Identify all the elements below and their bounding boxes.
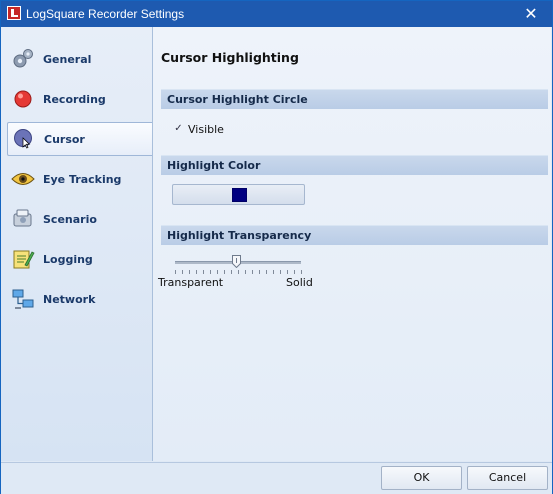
sidebar-item-label: Recording	[43, 92, 106, 106]
slider-tick	[294, 270, 295, 274]
sidebar-item-logging[interactable]: Logging	[7, 242, 152, 276]
sidebar-item-label: General	[43, 52, 92, 66]
settings-window: LogSquare Recorder Settings ✕ General Re…	[0, 0, 553, 494]
slider-tick	[280, 270, 281, 274]
visible-checkbox[interactable]: ✓	[173, 123, 184, 134]
highlight-color-button[interactable]	[172, 184, 305, 205]
section-header-label: Highlight Color	[167, 159, 261, 172]
transparency-slider-thumb[interactable]	[231, 255, 241, 268]
slider-tick	[301, 270, 302, 274]
slider-tick	[224, 270, 225, 274]
section-header-highlight-circle: Cursor Highlight Circle	[161, 89, 548, 109]
network-icon	[12, 289, 34, 309]
sidebar-item-network[interactable]: Network	[7, 282, 152, 316]
sidebar-item-label: Network	[43, 292, 96, 306]
highlight-color-swatch	[232, 188, 247, 202]
sidebar-item-label: Logging	[43, 252, 93, 266]
slider-tick	[182, 270, 183, 274]
notepad-icon	[13, 250, 35, 269]
slider-tick	[203, 270, 204, 274]
settings-sidebar: General Recording Cursor Eye Tracking Sc…	[1, 27, 153, 461]
cancel-button[interactable]: Cancel	[467, 466, 548, 490]
section-header-label: Cursor Highlight Circle	[167, 93, 308, 106]
slider-tick	[231, 270, 232, 274]
record-icon	[14, 90, 32, 108]
app-logo-icon	[7, 6, 21, 20]
title-bar[interactable]: LogSquare Recorder Settings ✕	[1, 1, 552, 27]
slider-tick	[266, 270, 267, 274]
slider-tick	[210, 270, 211, 274]
cursor-icon	[14, 129, 32, 149]
slider-tick	[245, 270, 246, 274]
slider-tick	[273, 270, 274, 274]
dialog-footer: OK Cancel	[1, 462, 552, 494]
eye-icon	[11, 173, 35, 185]
sidebar-item-label: Scenario	[43, 212, 97, 226]
slider-max-label: Solid	[286, 276, 313, 289]
slider-min-label: Transparent	[158, 276, 224, 289]
sidebar-item-recording[interactable]: Recording	[7, 82, 152, 116]
scenario-icon	[13, 209, 32, 227]
transparency-slider-ticks	[175, 270, 303, 274]
slider-tick	[259, 270, 260, 274]
ok-button[interactable]: OK	[381, 466, 462, 490]
settings-content-panel: Cursor Highlighting Cursor Highlight Cir…	[153, 27, 551, 461]
gears-icon	[13, 49, 33, 68]
slider-tick	[252, 270, 253, 274]
window-title: LogSquare Recorder Settings	[26, 7, 185, 21]
section-header-highlight-transparency: Highlight Transparency	[161, 225, 548, 245]
close-icon[interactable]: ✕	[522, 5, 540, 23]
sidebar-item-general[interactable]: General	[7, 42, 152, 76]
sidebar-item-label: Cursor	[44, 132, 85, 146]
section-header-label: Highlight Transparency	[167, 229, 312, 242]
section-header-highlight-color: Highlight Color	[161, 155, 548, 175]
sidebar-item-eye-tracking[interactable]: Eye Tracking	[7, 162, 152, 196]
slider-tick	[217, 270, 218, 274]
sidebar-item-scenario[interactable]: Scenario	[7, 202, 152, 236]
slider-tick	[196, 270, 197, 274]
slider-tick	[238, 270, 239, 274]
page-title: Cursor Highlighting	[161, 50, 299, 65]
slider-tick	[175, 270, 176, 274]
sidebar-item-cursor[interactable]: Cursor	[7, 122, 152, 156]
sidebar-item-label: Eye Tracking	[43, 172, 122, 186]
visible-checkbox-label[interactable]: Visible	[188, 123, 224, 136]
slider-tick	[189, 270, 190, 274]
slider-tick	[287, 270, 288, 274]
